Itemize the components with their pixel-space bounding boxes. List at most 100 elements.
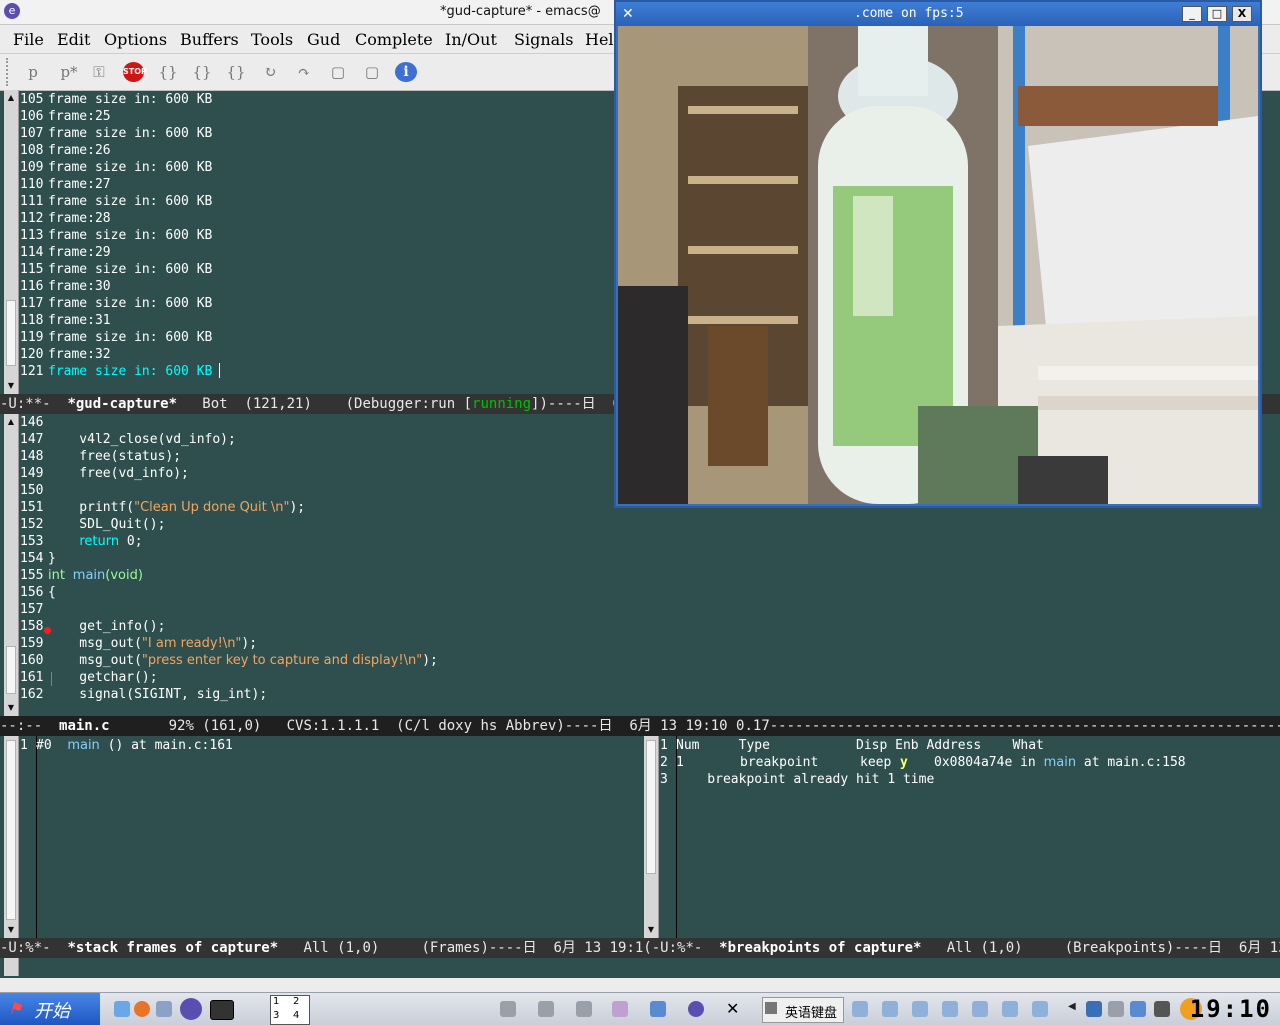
- gud-output-line: 112 frame:28: [20, 211, 111, 226]
- gud-output-line: 121 frame size in: 600 KB: [20, 364, 213, 379]
- editor-task-icon[interactable]: [612, 1001, 628, 1017]
- breakpoints-scroll-thumb[interactable]: [646, 740, 656, 874]
- headset-icon[interactable]: [1154, 1001, 1170, 1017]
- tray-tool-icon[interactable]: [882, 1001, 898, 1017]
- until-icon[interactable]: ↻: [259, 62, 281, 82]
- gud-output-line: 116 frame:30: [20, 279, 111, 294]
- debugger-status: running: [472, 396, 532, 412]
- menu-inout[interactable]: In/Out: [445, 30, 497, 49]
- toolbar-grip: [6, 58, 10, 86]
- print-star-icon[interactable]: p*: [58, 62, 80, 82]
- ime-indicator[interactable]: 英语键盘: [762, 997, 844, 1023]
- menu-help[interactable]: Hel: [585, 30, 614, 49]
- stack-scrollbar[interactable]: ▼: [4, 736, 19, 938]
- task-icon[interactable]: [576, 1001, 592, 1017]
- emacs-task-icon[interactable]: [688, 1001, 704, 1017]
- down-stack-icon[interactable]: ▢: [361, 62, 383, 82]
- volume-icon[interactable]: [1130, 1001, 1146, 1017]
- network-icon[interactable]: [156, 1001, 172, 1017]
- code-line: 162 signal(SIGINT, sig_int);: [20, 687, 268, 702]
- minibuffer[interactable]: [0, 958, 1280, 978]
- stack-frame-row[interactable]: 1 #0 main () at main.c:161: [20, 737, 233, 754]
- stack-buffer[interactable]: 1 #0 main () at main.c:161: [20, 736, 640, 938]
- code-line: 159 msg_out("I am ready!\n");: [20, 636, 258, 651]
- print-expression-icon[interactable]: p: [22, 62, 44, 82]
- launcher-icon[interactable]: [114, 1001, 130, 1017]
- close-button[interactable]: X: [1232, 6, 1252, 22]
- display-icon[interactable]: [1086, 1001, 1102, 1017]
- code-line: 147 v4l2_close(vd_info);: [20, 432, 236, 447]
- webcam-image: [618, 26, 1258, 504]
- code-line: 150: [20, 483, 44, 498]
- breakpoint-marker-icon[interactable]: [44, 627, 51, 634]
- breakpoints-header: 1 Num Type Disp Enb Address What: [660, 738, 1044, 753]
- source-modeline[interactable]: --:-- main.c 92% (161,0) CVS:1.1.1.1 (C/…: [0, 716, 1280, 736]
- x-task-icon[interactable]: ✕: [726, 999, 739, 1018]
- webcam-frame: [618, 26, 1258, 504]
- printer-icon[interactable]: [1108, 1001, 1124, 1017]
- breakpoint-row[interactable]: 2 1 breakpoint keep y 0x0804a74e in main at m…: [660, 754, 1186, 771]
- breakpoints-scrollbar[interactable]: ▼: [644, 736, 659, 938]
- stack-modeline[interactable]: -U:%*- *stack frames of capture* All (1,…: [0, 940, 652, 956]
- maximize-button[interactable]: □: [1207, 6, 1227, 22]
- menu-gud[interactable]: Gud: [307, 30, 340, 49]
- stack-scroll-thumb[interactable]: [6, 740, 16, 920]
- menu-tools[interactable]: Tools: [251, 30, 293, 49]
- menu-signals[interactable]: Signals: [514, 30, 574, 49]
- scroll-down-icon[interactable]: ▼: [5, 924, 17, 936]
- menu-buffers[interactable]: Buffers: [180, 30, 239, 49]
- terminal-icon[interactable]: [210, 1000, 234, 1020]
- next-icon[interactable]: {}: [191, 62, 213, 82]
- video-titlebar[interactable]: ✕ .come on fps:5 _ □ X: [616, 2, 1260, 26]
- code-line: 158 get_info();: [20, 619, 166, 634]
- info-icon[interactable]: i: [395, 62, 417, 82]
- emacs-launcher-icon[interactable]: [180, 998, 202, 1020]
- video-window[interactable]: ✕ .come on fps:5 _ □ X: [614, 0, 1262, 508]
- gud-buffer[interactable]: 105 frame size in: 600 KB 106 frame:25 107 fr…: [0, 90, 614, 394]
- menu-edit[interactable]: Edit: [57, 30, 90, 49]
- tray-tool-icon[interactable]: [972, 1001, 988, 1017]
- up-stack-icon[interactable]: ▢: [327, 62, 349, 82]
- menu-options[interactable]: Options: [104, 30, 167, 49]
- continue-icon[interactable]: ↷: [293, 62, 315, 82]
- gud-output-line: 111 frame size in: 600 KB: [20, 194, 213, 209]
- code-line: 148 free(status);: [20, 449, 182, 464]
- start-button[interactable]: ⚑ 开始: [0, 993, 100, 1025]
- menu-complete[interactable]: Complete: [355, 30, 433, 49]
- minimize-button[interactable]: _: [1182, 6, 1202, 22]
- task-icon[interactable]: [500, 1001, 516, 1017]
- code-line: 154}: [20, 551, 56, 566]
- gud-output-line: 115 frame size in: 600 KB: [20, 262, 213, 277]
- tray-expand-icon[interactable]: ◀: [1068, 1001, 1076, 1012]
- breakpoints-buffer[interactable]: 1 Num Type Disp Enb Address What 2 1 breakp…: [660, 736, 1278, 938]
- source-buffer-name: main.c: [59, 718, 110, 734]
- gud-output-line: 117 frame size in: 600 KB: [20, 296, 213, 311]
- breakpoints-modeline[interactable]: -U:%*- *breakpoints of capture* All (1,0…: [652, 940, 1280, 956]
- minibuffer-scrollbar[interactable]: [4, 958, 19, 976]
- tray-tool-icon[interactable]: [852, 1001, 868, 1017]
- tray-tool-icon[interactable]: [1032, 1001, 1048, 1017]
- menu-file[interactable]: File: [13, 30, 44, 49]
- gud-output-line: 107 frame size in: 600 KB: [20, 126, 213, 141]
- firefox-icon[interactable]: [134, 1001, 150, 1017]
- gud-output-line: 109 frame size in: 600 KB: [20, 160, 213, 175]
- finish-icon[interactable]: {}: [225, 62, 247, 82]
- stop-icon[interactable]: STOP: [123, 62, 147, 82]
- start-label: 开始: [34, 1001, 70, 1022]
- tray-tool-icon[interactable]: [1002, 1001, 1018, 1017]
- code-line: 156{: [20, 585, 56, 600]
- taskbar-clock[interactable]: 19:10: [1190, 995, 1272, 1023]
- code-line: 151 printf("Clean Up done Quit \n");: [20, 500, 306, 515]
- workspace-pager[interactable]: 1 2 3 4: [270, 995, 310, 1025]
- scroll-down-icon[interactable]: ▼: [645, 924, 657, 936]
- watch-icon[interactable]: ⚿: [88, 62, 110, 82]
- tray-tool-icon[interactable]: [942, 1001, 958, 1017]
- gud-buffer-name: *gud-capture*: [67, 396, 178, 412]
- code-line: 160 msg_out("press enter key to capture …: [20, 653, 438, 668]
- start-logo-icon: ⚑: [8, 999, 23, 1018]
- gud-output-line: 120 frame:32: [20, 347, 111, 362]
- folder-task-icon[interactable]: [650, 1001, 666, 1017]
- step-icon[interactable]: {}: [157, 62, 179, 82]
- task-icon[interactable]: [538, 1001, 554, 1017]
- tray-tool-icon[interactable]: [912, 1001, 928, 1017]
